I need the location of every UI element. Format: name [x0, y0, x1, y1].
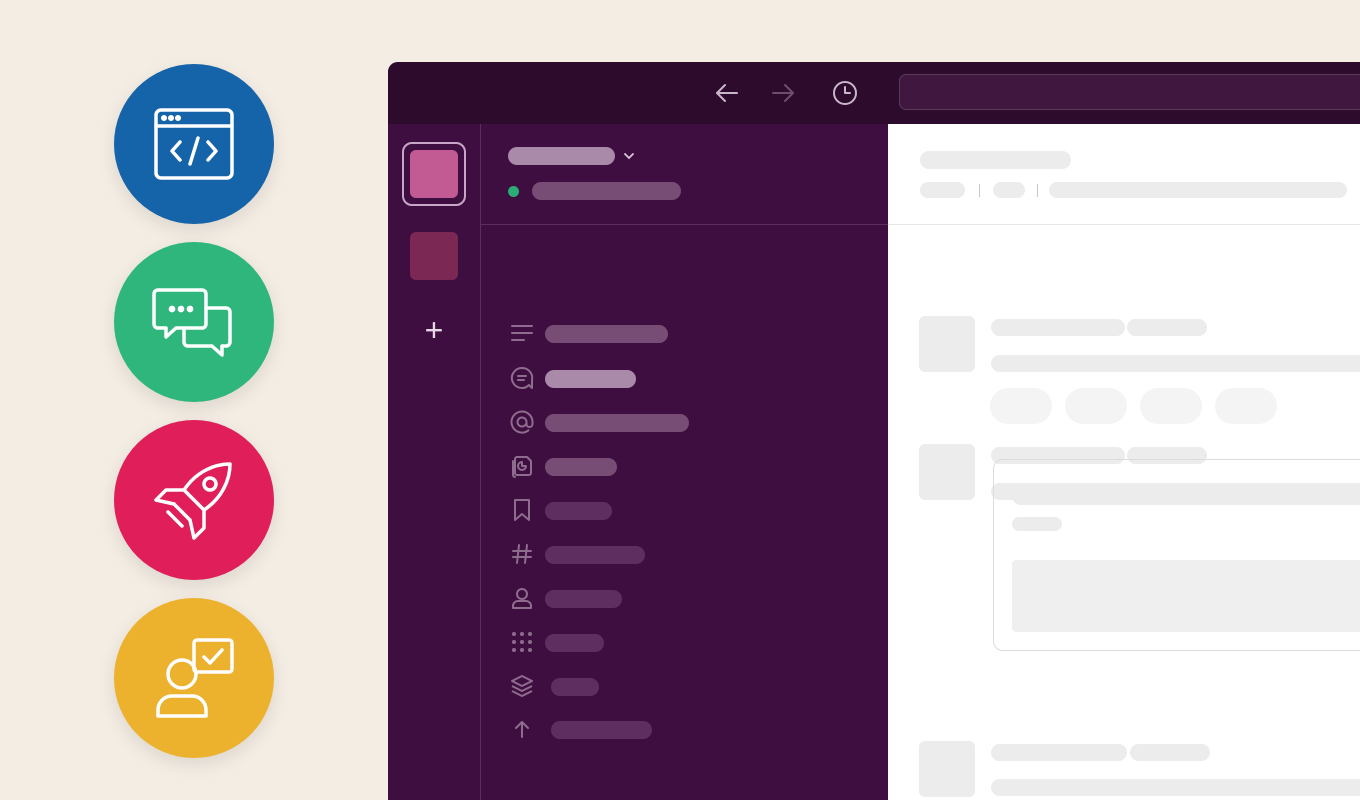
sidebar-item-label [545, 325, 668, 343]
sidebar-item-mentions[interactable] [509, 409, 869, 435]
feature-approvals [114, 598, 274, 758]
reaction-chip[interactable] [1140, 388, 1202, 424]
sidebar-item-dms[interactable] [509, 365, 869, 391]
divider [979, 184, 980, 197]
sidebar-item-label [545, 414, 689, 432]
drafts-icon [509, 453, 535, 479]
avatar[interactable] [919, 741, 975, 797]
workspace-rail: + [388, 124, 481, 800]
sidebar-item-apps[interactable] [509, 629, 869, 655]
sidebar-item-upload[interactable] [509, 716, 869, 742]
message-author-placeholder [991, 319, 1125, 336]
channel-topic-placeholder [1049, 182, 1347, 198]
person-checklist-icon [156, 638, 234, 718]
sidebar-item-label [545, 502, 612, 520]
saved-icon [509, 497, 535, 523]
avatar[interactable] [919, 316, 975, 372]
reaction-chip[interactable] [1215, 388, 1277, 424]
apps-icon [509, 629, 535, 655]
sidebar-item-label [545, 634, 604, 652]
chevron-down-icon [624, 153, 634, 160]
online-status-dot [508, 186, 519, 197]
channel-meta-placeholder [920, 182, 965, 198]
upload-arrow-icon [509, 716, 535, 742]
sidebar-item-threads[interactable] [509, 320, 869, 346]
layers-icon [509, 673, 535, 699]
attachment-title-placeholder [1012, 487, 1360, 505]
attachment-preview [1012, 560, 1360, 632]
message-time-placeholder [1130, 744, 1210, 761]
channel-title-placeholder [920, 151, 1071, 169]
user-status-placeholder [532, 182, 681, 200]
forward-button[interactable] [769, 79, 797, 107]
mentions-icon [509, 409, 535, 435]
message-text-placeholder [991, 779, 1360, 796]
history-button[interactable] [831, 79, 859, 107]
feature-chat [114, 242, 274, 402]
channel-header [888, 124, 1360, 225]
message-author-placeholder [991, 744, 1127, 761]
top-bar [388, 62, 1360, 124]
message-time-placeholder [1127, 319, 1207, 336]
channel-meta-placeholder [993, 182, 1025, 198]
message-pane [888, 124, 1360, 800]
sidebar-item-label [545, 546, 645, 564]
back-arrow-icon [716, 84, 738, 102]
attachment-card[interactable] [993, 459, 1360, 651]
sidebar-item-label [545, 370, 636, 388]
code-window-icon [154, 108, 234, 180]
back-button[interactable] [713, 79, 741, 107]
workspace-header[interactable] [481, 124, 888, 225]
add-workspace-button[interactable]: + [418, 314, 450, 346]
divider [1037, 184, 1038, 197]
people-icon [509, 585, 535, 611]
sidebar-item-layers[interactable] [509, 673, 869, 699]
search-input[interactable] [899, 74, 1360, 110]
history-clock-icon [833, 81, 857, 105]
reaction-chip[interactable] [1065, 388, 1127, 424]
attachment-subtitle-placeholder [1012, 517, 1062, 531]
avatar[interactable] [919, 444, 975, 500]
sidebar-item-saved[interactable] [509, 497, 869, 523]
threads-icon [509, 320, 535, 346]
forward-arrow-icon [772, 84, 794, 102]
chat-bubbles-icon [152, 288, 232, 357]
sidebar-item-label [545, 590, 622, 608]
workspace-active[interactable] [410, 150, 458, 198]
sidebar-item-drafts[interactable] [509, 453, 869, 479]
channel-sidebar [481, 124, 888, 800]
app-window: + [388, 62, 1360, 800]
feature-launch [114, 420, 274, 580]
dms-icon [509, 365, 535, 391]
reaction-chip[interactable] [990, 388, 1052, 424]
sidebar-item-label [545, 458, 617, 476]
message-text-placeholder [991, 355, 1360, 372]
workspace-name-placeholder [508, 147, 615, 165]
sidebar-item-label [551, 721, 652, 739]
sidebar-item-channels[interactable] [509, 541, 869, 567]
workspace-secondary[interactable] [410, 232, 458, 280]
feature-developer [114, 64, 274, 224]
sidebar-item-people[interactable] [509, 585, 869, 611]
sidebar-item-label [551, 678, 599, 696]
channels-icon [509, 541, 535, 567]
rocket-icon [154, 462, 232, 540]
